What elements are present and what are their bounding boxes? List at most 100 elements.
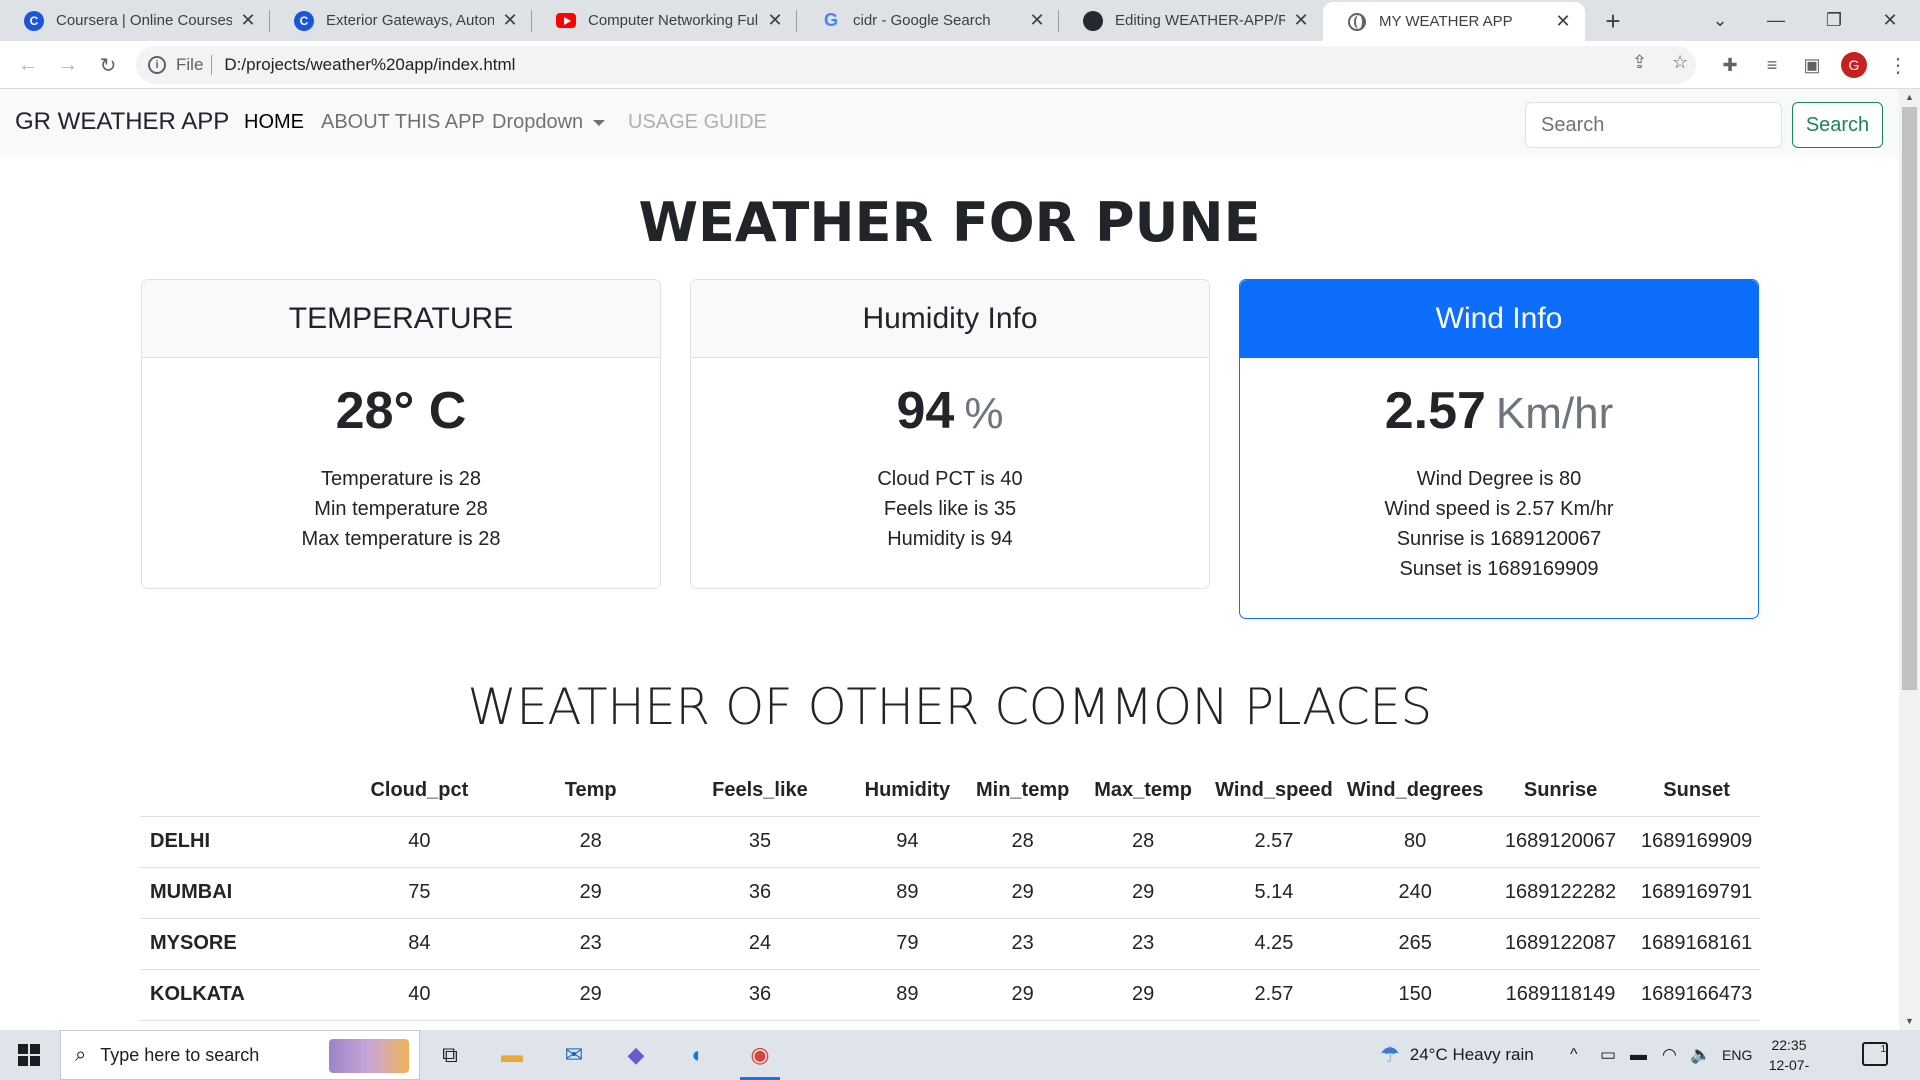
weather-widget-text: 24°C Heavy rain bbox=[1409, 1045, 1534, 1064]
windows-taskbar: ⌕ Type here to search ⧉ ▬ ✉ ◆ ◐ ◉ ☂ 24°C… bbox=[0, 1030, 1920, 1080]
table-cell: 75 bbox=[326, 867, 512, 919]
file-explorer-icon[interactable]: ▬ bbox=[484, 1030, 540, 1080]
close-tab-icon[interactable]: ✕ bbox=[1027, 10, 1047, 31]
forward-arrow-icon[interactable]: → bbox=[52, 49, 84, 81]
table-row: MYSORE 84 23 24 79 23 23 4.25 265 168912… bbox=[140, 918, 1760, 970]
card-header: Wind Info bbox=[1240, 280, 1758, 358]
table-cell: 29 bbox=[1080, 867, 1206, 919]
card-value: 28° C bbox=[335, 382, 467, 440]
scroll-up-arrow-icon[interactable]: ▲ bbox=[1899, 89, 1920, 106]
tab-title: Editing WEATHER-APP/REA bbox=[1115, 12, 1285, 29]
card-value: 94% bbox=[896, 382, 1004, 440]
meet-now-icon[interactable]: ▭ bbox=[1600, 1030, 1616, 1080]
table-cell: 1689169909 bbox=[1633, 816, 1760, 868]
browser-tab[interactable]: Editing WEATHER-APP/REA ✕ bbox=[1059, 0, 1323, 41]
bookmark-star-icon[interactable]: ☆ bbox=[1672, 52, 1688, 73]
close-tab-icon[interactable]: ✕ bbox=[238, 10, 258, 31]
restore-icon[interactable]: ❐ bbox=[1806, 0, 1862, 41]
page-scrollbar[interactable]: ▲ ▼ bbox=[1899, 89, 1920, 1030]
card-line: Temperature is 28 bbox=[320, 468, 482, 490]
city-cell: KOLKATA bbox=[140, 969, 327, 1021]
scroll-thumb[interactable] bbox=[1902, 107, 1917, 690]
card-line: Wind Degree is 80 bbox=[1416, 468, 1582, 490]
section-subtitle: WEATHER OF OTHER COMMON PLACES bbox=[467, 678, 1432, 736]
language-indicator[interactable]: ENG bbox=[1722, 1030, 1752, 1080]
wifi-icon[interactable]: ◠ bbox=[1662, 1030, 1677, 1080]
column-header: Min_temp bbox=[964, 766, 1081, 817]
table-cell: 23 bbox=[511, 918, 670, 970]
nav-dropdown-toggle[interactable]: Dropdown bbox=[492, 111, 606, 134]
browser-tab-active[interactable]: MY WEATHER APP ✕ bbox=[1323, 2, 1585, 41]
table-row: MUMBAI 75 29 36 89 29 29 5.14 240 168912… bbox=[140, 867, 1760, 919]
globe-icon bbox=[1347, 12, 1367, 32]
browser-tab[interactable]: G cidr - Google Search ✕ bbox=[797, 0, 1059, 41]
navbar-brand[interactable]: GR WEATHER APP bbox=[15, 108, 229, 136]
wind-card: Wind Info 2.57 Km/hr Wind Degree is 80 Wi… bbox=[1239, 279, 1759, 619]
battery-icon[interactable]: ▬ bbox=[1630, 1030, 1647, 1080]
card-line: Feels like is 35 bbox=[883, 498, 1017, 520]
table-cell: 265 bbox=[1342, 918, 1488, 970]
tray-chevron-icon[interactable]: ^ bbox=[1570, 1030, 1578, 1080]
column-header bbox=[140, 766, 327, 817]
table-cell: 28 bbox=[511, 816, 670, 868]
card-line: Max temperature is 28 bbox=[301, 528, 501, 550]
scroll-down-arrow-icon[interactable]: ▼ bbox=[1899, 1013, 1920, 1030]
edge-icon[interactable]: ◐ bbox=[670, 1030, 726, 1080]
reload-icon[interactable]: ↻ bbox=[92, 49, 124, 81]
side-panel-icon[interactable]: ▣ bbox=[1800, 53, 1824, 77]
mail-icon[interactable]: ✉ bbox=[546, 1030, 602, 1080]
card-line: Sunset is 1689169909 bbox=[1399, 558, 1599, 580]
profile-avatar[interactable]: G bbox=[1841, 52, 1867, 78]
close-tab-icon[interactable]: ✕ bbox=[1553, 11, 1573, 32]
city-cell: DELHI bbox=[140, 816, 327, 868]
volume-icon[interactable]: 🔈 bbox=[1690, 1030, 1711, 1080]
close-window-icon[interactable]: ✕ bbox=[1862, 0, 1918, 41]
coursera-icon: C bbox=[24, 10, 44, 31]
share-icon[interactable]: ⇪ bbox=[1632, 52, 1647, 73]
card-value: 2.57 Km/hr bbox=[1384, 382, 1614, 440]
url-text[interactable]: D:/projects/weather%20app/index.html bbox=[224, 55, 515, 75]
extensions-icon[interactable]: ✚ bbox=[1718, 53, 1742, 77]
back-arrow-icon[interactable]: ← bbox=[12, 49, 44, 81]
browser-tab[interactable]: Computer Networking Full C ✕ bbox=[532, 0, 797, 41]
table-cell: 1689118149 bbox=[1487, 969, 1634, 1021]
menu-kebab-icon[interactable]: ⋮ bbox=[1888, 53, 1908, 78]
reading-list-icon[interactable]: ≡ bbox=[1760, 53, 1784, 77]
windows-start-icon[interactable] bbox=[18, 1044, 40, 1066]
browser-tab[interactable]: C Coursera | Online Courses & ✕ bbox=[0, 0, 270, 41]
table-cell: 28 bbox=[964, 816, 1081, 868]
minimize-icon[interactable]: — bbox=[1748, 0, 1804, 41]
column-header: Cloud_pct bbox=[326, 766, 512, 817]
search-button[interactable]: Search bbox=[1792, 102, 1883, 148]
weather-widget[interactable]: ☂ 24°C Heavy rain bbox=[1380, 1030, 1534, 1080]
notification-count: 1 bbox=[1880, 1044, 1886, 1055]
card-line: Cloud PCT is 40 bbox=[877, 468, 1023, 490]
taskbar-search-box[interactable]: ⌕ Type here to search bbox=[60, 1030, 420, 1080]
info-icon[interactable]: i bbox=[148, 56, 166, 74]
nav-link-about[interactable]: ABOUT THIS APP bbox=[321, 111, 485, 134]
table-cell: 35 bbox=[669, 816, 851, 868]
table-cell: 84 bbox=[326, 918, 512, 970]
close-tab-icon[interactable]: ✕ bbox=[1291, 10, 1311, 31]
tab-title: Computer Networking Full C bbox=[588, 12, 759, 29]
task-view-icon[interactable]: ⧉ bbox=[422, 1030, 478, 1080]
browser-tab-strip: C Coursera | Online Courses & ✕ C Exteri… bbox=[0, 0, 1920, 41]
close-tab-icon[interactable]: ✕ bbox=[765, 10, 785, 31]
browser-tab[interactable]: C Exterior Gateways, Autonom ✕ bbox=[270, 0, 532, 41]
nav-link-home[interactable]: HOME bbox=[244, 111, 304, 134]
table-cell: 5.14 bbox=[1205, 867, 1343, 919]
caret-down-icon bbox=[593, 119, 606, 126]
chrome-icon[interactable]: ◉ bbox=[732, 1030, 788, 1080]
address-bar[interactable]: i File D:/projects/weather%20app/index.h… bbox=[136, 46, 1696, 84]
table-row: KOLKATA 40 29 36 89 29 29 2.57 150 16891… bbox=[140, 969, 1760, 1021]
notification-center-icon[interactable]: 1 bbox=[1862, 1042, 1888, 1066]
tab-search-chevron-icon[interactable]: ⌄ bbox=[1692, 0, 1748, 41]
taskbar-clock[interactable]: 22:35 12-07-2023 bbox=[1754, 1035, 1824, 1080]
search-icon: ⌕ bbox=[75, 1043, 87, 1066]
search-input[interactable] bbox=[1525, 102, 1782, 148]
card-details: Cloud PCT is 40 Feels like is 35 Humidit… bbox=[691, 464, 1209, 588]
new-tab-button[interactable]: + bbox=[1598, 6, 1628, 36]
close-tab-icon[interactable]: ✕ bbox=[500, 10, 520, 31]
copilot-icon[interactable]: ◆ bbox=[608, 1030, 664, 1080]
card-details: Temperature is 28 Min temperature 28 Max… bbox=[142, 464, 660, 588]
